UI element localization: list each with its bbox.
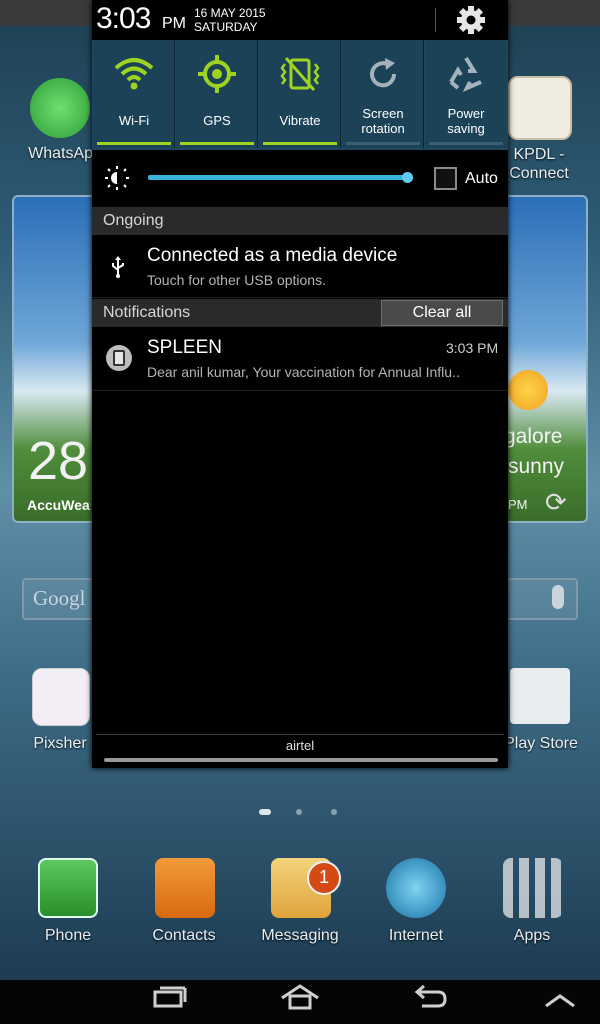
toggle-power-saving-label-line2: saving [447,121,485,136]
home-button-icon[interactable] [270,982,330,1022]
messaging-label: Messaging [261,927,339,944]
toggle-power-saving-bar [429,142,503,145]
clock-date-text: 16 MAY 2015 [194,6,266,20]
mic-icon[interactable] [552,585,564,609]
google-search-placeholder: Googl [33,586,86,610]
page-indicator-dot-1 [259,809,271,815]
toggle-screen-rotation-label-line2: rotation [361,121,405,136]
page-indicator-dot-3 [331,809,337,815]
brightness-slider[interactable] [148,175,410,180]
screen-rotation-icon [363,54,403,94]
contacts-label: Contacts [152,927,216,944]
clock-ampm: PM [162,15,186,32]
notification-message: Dear anil kumar, Your vaccination for An… [147,364,460,380]
shade-drag-handle[interactable] [104,758,498,762]
toggle-wifi-active-bar [97,142,171,145]
recent-apps-icon[interactable] [140,982,200,1022]
messaging-badge: 1 [307,861,341,895]
notifications-header-title: Notifications [103,304,191,321]
toggle-vibrate-label: Vibrate [279,113,321,128]
page-indicator-dot-2 [296,809,302,815]
toggle-power-saving-label: Power saving [425,106,507,136]
toggle-gps-label: GPS [203,113,231,128]
contacts-app-icon[interactable] [155,858,215,918]
apps-label: Apps [513,927,551,944]
vibrate-icon [280,54,320,94]
play-store-label: Play Store [504,735,578,752]
pixsher-app-icon[interactable] [32,668,90,726]
toggle-screen-rotation[interactable]: Screen rotation [342,40,424,148]
back-button-icon[interactable] [400,982,460,1022]
carrier-label: airtel [285,738,315,753]
notification-app-name: SPLEEN [147,337,222,358]
usb-notification-subtitle: Touch for other USB options. [147,272,326,288]
clock-date: 16 MAY 2015 SATURDAY [194,6,266,34]
usb-icon [110,256,126,278]
internet-label: Internet [388,927,444,944]
weather-brand: AccuWea [27,497,90,513]
toggle-screen-rotation-label: Screen rotation [342,106,424,136]
notification-time: 3:03 PM [446,340,499,356]
toggle-gps[interactable]: GPS [176,40,258,148]
weather-time: PM [508,497,528,512]
ongoing-header-title: Ongoing [103,212,164,229]
clock-day-text: SATURDAY [194,20,258,34]
toggle-screen-rotation-label-line1: Screen [362,106,404,121]
internet-app-icon[interactable] [386,858,446,918]
apps-grid-icon[interactable] [503,858,563,918]
toggle-power-saving[interactable]: Power saving [425,40,507,148]
toggle-wifi-label: Wi-Fi [118,113,150,128]
weather-condition: sunny [508,455,565,478]
header-divider [435,8,436,32]
brightness-icon [105,166,129,190]
clear-all-button[interactable]: Clear all [381,300,503,326]
toggle-wifi[interactable]: Wi-Fi [93,40,175,148]
settings-gear-icon[interactable] [454,4,488,36]
usb-notification-title: Connected as a media device [147,245,398,266]
gps-icon [197,54,237,94]
weather-city: galore [504,425,563,448]
play-store-app-icon[interactable] [510,668,570,724]
auto-brightness-checkbox[interactable] [434,167,457,190]
chevron-up-icon[interactable] [530,982,590,1022]
power-saving-icon [446,54,486,94]
weather-temperature: 28 [28,431,89,491]
kpdl-app-icon[interactable] [508,76,572,140]
toggle-gps-active-bar [180,142,254,145]
toggle-screen-rotation-bar [346,142,420,145]
auto-brightness-label: Auto [465,170,498,187]
phone-label: Phone [44,927,92,944]
wifi-icon [114,54,154,94]
carrier-divider [96,734,504,735]
toggle-power-saving-label-line1: Power [447,106,485,121]
phone-notification-icon-inner [113,350,125,366]
refresh-icon[interactable]: ⟳ [545,488,567,518]
phone-app-icon[interactable] [38,858,98,918]
toggle-vibrate-active-bar [263,142,337,145]
toggle-vibrate[interactable]: Vibrate [259,40,341,148]
whatsapp-app-icon[interactable] [30,78,90,138]
sun-icon [508,370,548,410]
clock-time: 3:03 [96,2,151,35]
